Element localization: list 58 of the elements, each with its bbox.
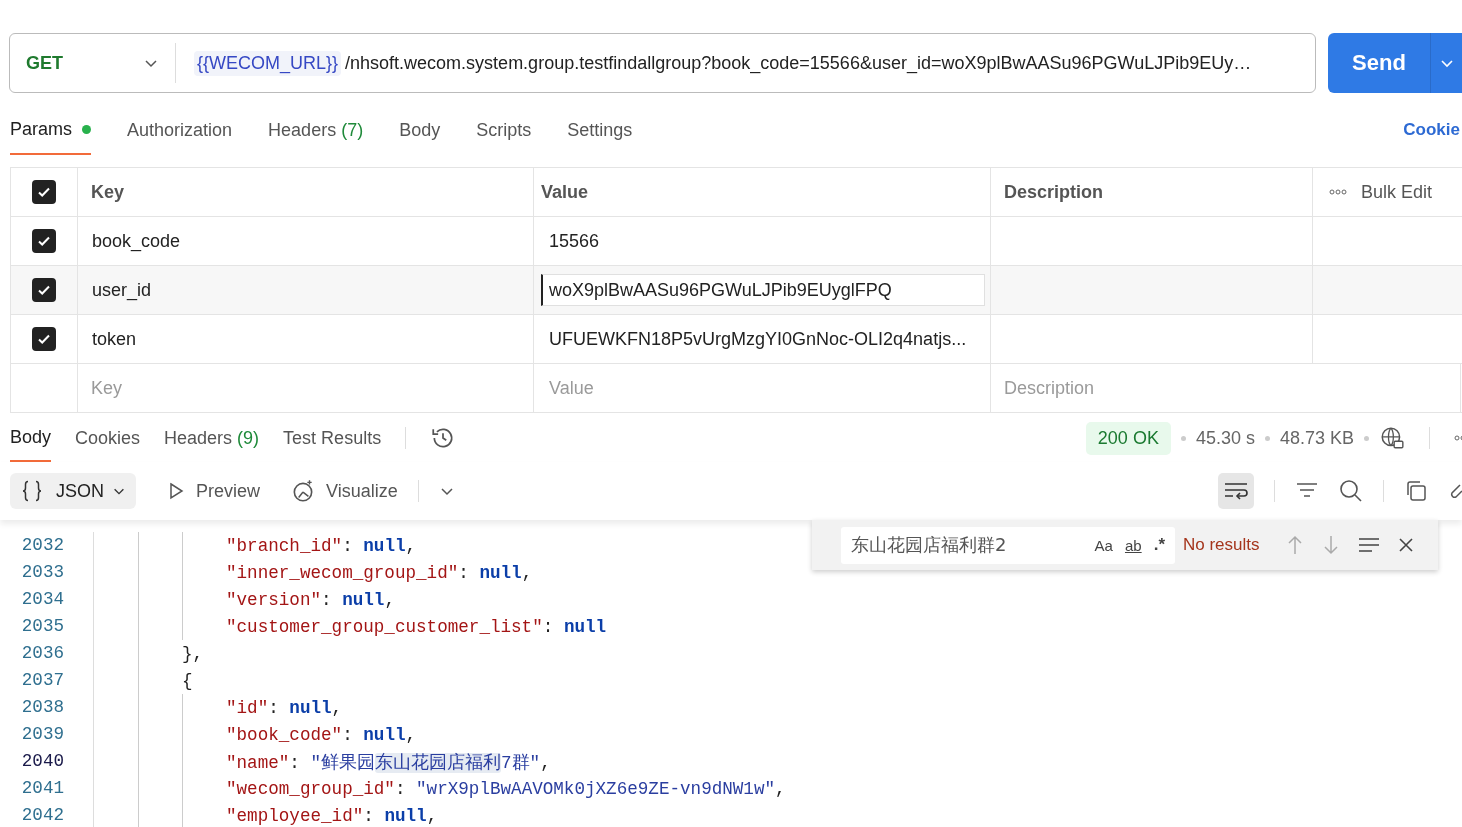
line-number: 2032: [0, 532, 94, 559]
param-value[interactable]: 15566: [541, 230, 601, 252]
code-line: "inner_wecom_group_id": null,: [226, 562, 533, 583]
line-number: 2038: [0, 694, 94, 721]
response-tab[interactable]: Headers (9): [164, 414, 260, 462]
code-line: "branch_id": null,: [226, 535, 417, 556]
line-number: 2036: [0, 640, 94, 667]
response-size: 48.73 KB: [1279, 427, 1354, 449]
status-badge: 200 OK: [1085, 421, 1171, 455]
param-key[interactable]: user_id: [91, 279, 153, 301]
column-header: Description: [1004, 181, 1104, 203]
code-line: "employee_id": null,: [226, 805, 438, 826]
search-option-toggle[interactable]: .*: [1153, 535, 1165, 555]
url-variable: {{WECOM_URL}}: [194, 50, 342, 76]
code-line: },: [182, 643, 204, 664]
find-field[interactable]: 东山花园店福利群2 Aa ab .*: [841, 526, 1175, 564]
line-number: 2040: [0, 748, 94, 775]
param-value[interactable]: woX9plBwAASu96PGWuLJPib9EUyglFPQ: [541, 274, 985, 306]
line-number: 2034: [0, 586, 94, 613]
send-button[interactable]: Send: [1328, 33, 1430, 93]
visualize-button[interactable]: Visualize: [280, 478, 398, 504]
line-number: 2042: [0, 802, 94, 827]
line-number: 2039: [0, 721, 94, 748]
line-number: 2041: [0, 775, 94, 802]
cookies-link[interactable]: Cookie: [1403, 120, 1460, 140]
search-option-toggle[interactable]: Aa: [1094, 536, 1113, 554]
line-number: 2037: [0, 667, 94, 694]
preview-button[interactable]: Preview: [156, 480, 261, 502]
line-number: 2035: [0, 613, 94, 640]
request-tab[interactable]: Authorization: [127, 105, 233, 155]
response-time: 45.30 s: [1195, 427, 1255, 449]
code-line: "customer_group_customer_list": null: [226, 616, 607, 637]
format-dropdown[interactable]: JSON: [10, 473, 136, 509]
code-line: {: [182, 670, 193, 691]
url-input[interactable]: {{WECOM_URL}} /nhsoft.wecom.system.group.testfindallgroup?book_code=15566&user_id=woX9plBwAASu96PGWuLJPib9EUy…: [176, 50, 1252, 76]
search-option-toggle[interactable]: ab: [1124, 536, 1142, 554]
column-header: Key: [91, 181, 125, 203]
request-tab[interactable]: Settings: [567, 105, 633, 155]
code-line: "id": null,: [226, 697, 343, 718]
response-tab[interactable]: Test Results: [283, 414, 382, 462]
column-header: Value: [541, 181, 589, 203]
code-line: "book_code": null,: [226, 724, 417, 745]
code-line: "version": null,: [226, 589, 395, 610]
request-tab[interactable]: Body: [399, 105, 441, 155]
search-result: No results: [1183, 535, 1260, 555]
param-key[interactable]: book_code: [91, 230, 182, 252]
param-value[interactable]: UFUEWKFN18P5vUrgMzgYI0GnNoc-OLI2q4natjs...: [541, 328, 968, 350]
url-path: /nhsoft.wecom.system.group.testfindallgroup?book_code=15566&user_id=woX9plBwAASu96PGWuLJPib9EUy…: [345, 52, 1252, 74]
line-number: 2033: [0, 559, 94, 586]
response-tab[interactable]: Cookies: [75, 414, 141, 462]
request-tab[interactable]: Headers (7): [268, 105, 364, 155]
bulk-edit-link[interactable]: Bulk Edit: [1361, 181, 1433, 203]
code-line: "name": "鲜果园东山花园店福利7群",: [226, 751, 551, 774]
request-tab[interactable]: Params: [10, 105, 91, 155]
code-line: "wecom_group_id": "wrX9plBwAAVOMk0jXZ6e9ZE-vn9dNW1w",: [226, 778, 786, 799]
param-key[interactable]: token: [91, 328, 138, 350]
request-tab[interactable]: Scripts: [476, 105, 532, 155]
method-dropdown[interactable]: GET: [10, 43, 176, 83]
